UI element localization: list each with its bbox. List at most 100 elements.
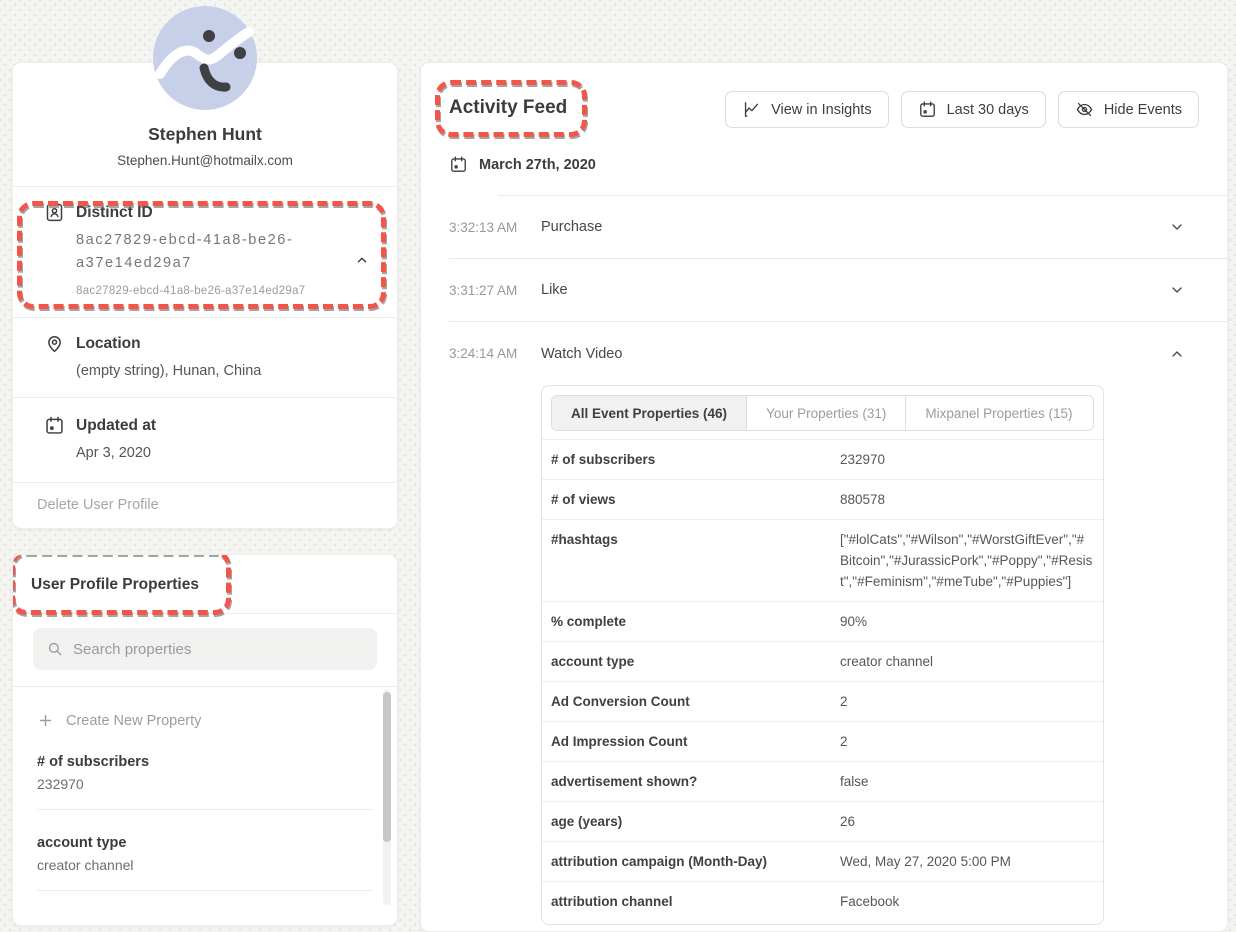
updated-at-label: Updated at bbox=[76, 415, 156, 436]
event-property-value: 880578 bbox=[840, 480, 1103, 520]
event-property-value: false bbox=[840, 762, 1103, 802]
event-property-row: % complete 90% bbox=[542, 602, 1103, 642]
event-property-value: creator channel bbox=[840, 642, 1103, 682]
event-property-key: Ad Impression Count bbox=[542, 722, 840, 762]
event-property-value: Wed, May 27, 2020 5:00 PM bbox=[840, 842, 1103, 882]
event-property-row: attribution channel Facebook bbox=[542, 882, 1103, 922]
left-column: Stephen Hunt Stephen.Hunt@hotmailx.com D… bbox=[12, 62, 398, 926]
feed-date-label: March 27th, 2020 bbox=[479, 157, 596, 173]
distinct-id-label: Distinct ID bbox=[76, 202, 153, 223]
chevron-down-icon bbox=[1169, 219, 1185, 235]
feed-date-header: March 27th, 2020 bbox=[449, 155, 1199, 174]
location-value: (empty string), Hunan, China bbox=[76, 360, 377, 382]
tab-label: Your Properties (31) bbox=[766, 406, 886, 421]
event-name: Like bbox=[541, 282, 1169, 298]
event-time: 3:32:13 AM bbox=[449, 220, 541, 235]
event-property-row: attribution campaign (Month-Day) Wed, Ma… bbox=[542, 842, 1103, 882]
event-property-row: age (years) 26 bbox=[542, 802, 1103, 842]
event-property-value: 26 bbox=[840, 802, 1103, 842]
event-property-value: 232970 bbox=[840, 440, 1103, 480]
event-property-key: Ad Conversion Count bbox=[542, 682, 840, 722]
event-property-row: # of views 880578 bbox=[542, 480, 1103, 520]
property-list-item[interactable]: # of subscribers 232970 bbox=[37, 729, 373, 810]
view-in-insights-button[interactable]: View in Insights bbox=[725, 91, 888, 128]
delete-user-profile-button[interactable]: Delete User Profile bbox=[13, 483, 397, 528]
chevron-up-icon bbox=[1169, 346, 1185, 362]
profile-email: Stephen.Hunt@hotmailx.com bbox=[33, 152, 377, 169]
event-properties-table: # of subscribers 232970 # of views 88057… bbox=[542, 439, 1103, 921]
chevron-down-icon bbox=[1169, 282, 1185, 298]
scrollbar-thumb[interactable] bbox=[383, 692, 391, 842]
event-time: 3:31:27 AM bbox=[449, 283, 541, 298]
date-range-label: Last 30 days bbox=[947, 102, 1029, 118]
distinct-id-secondary: 8ac27829-ebcd-41a8-be26-a37e14ed29a7 bbox=[76, 285, 377, 297]
avatar bbox=[153, 6, 257, 110]
location-section: Location (empty string), Hunan, China bbox=[13, 318, 397, 397]
scrollbar-track bbox=[383, 689, 391, 905]
event-property-key: % complete bbox=[542, 602, 840, 642]
event-row-like[interactable]: 3:31:27 AM Like bbox=[449, 259, 1227, 322]
tab-label: Mixpanel Properties (15) bbox=[925, 406, 1072, 421]
map-pin-icon bbox=[44, 333, 65, 354]
event-property-row: # of subscribers 232970 bbox=[542, 440, 1103, 480]
calendar-icon bbox=[449, 155, 468, 174]
user-profile-properties-title: User Profile Properties bbox=[31, 576, 379, 594]
event-property-value: ["#lolCats","#Wilson","#WorstGiftEver","… bbox=[840, 520, 1103, 602]
event-property-key: advertisement shown? bbox=[542, 762, 840, 802]
location-label: Location bbox=[76, 333, 141, 354]
calendar-icon bbox=[44, 415, 65, 436]
event-property-key: account type bbox=[542, 642, 840, 682]
date-range-button[interactable]: Last 30 days bbox=[901, 91, 1046, 128]
event-row-purchase[interactable]: 3:32:13 AM Purchase bbox=[449, 196, 1227, 259]
event-details-panel: All Event Properties (46) Your Propertie… bbox=[541, 385, 1104, 925]
line-chart-icon bbox=[742, 100, 761, 119]
view-in-insights-label: View in Insights bbox=[771, 102, 871, 118]
event-property-row: #hashtags ["#lolCats","#Wilson","#WorstG… bbox=[542, 520, 1103, 602]
property-value: creator channel bbox=[37, 857, 373, 873]
property-items: # of subscribers 232970 account type cre… bbox=[37, 729, 373, 891]
event-property-value: 90% bbox=[840, 602, 1103, 642]
event-property-row: Ad Impression Count 2 bbox=[542, 722, 1103, 762]
hide-events-label: Hide Events bbox=[1104, 102, 1182, 118]
calendar-icon bbox=[918, 100, 937, 119]
event-property-key: # of views bbox=[542, 480, 840, 520]
event-property-row: account type creator channel bbox=[542, 642, 1103, 682]
event-row-watch-video[interactable]: 3:24:14 AM Watch Video bbox=[449, 322, 1227, 385]
event-properties-tab[interactable]: All Event Properties (46) bbox=[552, 396, 747, 430]
event-property-row: advertisement shown? false bbox=[542, 762, 1103, 802]
hide-events-button[interactable]: Hide Events bbox=[1058, 91, 1199, 128]
event-time: 3:24:14 AM bbox=[449, 346, 541, 361]
event-property-value: Facebook bbox=[840, 882, 1103, 922]
event-feed: 3:32:13 AM Purchase 3:31:27 AM Like 3:24… bbox=[449, 195, 1227, 925]
create-new-property-button[interactable]: Create New Property bbox=[37, 687, 373, 729]
updated-at-section: Updated at Apr 3, 2020 bbox=[13, 398, 397, 482]
event-property-key: age (years) bbox=[542, 802, 840, 842]
event-name: Watch Video bbox=[541, 346, 1169, 362]
activity-feed-card: Activity Feed View in Insights Last 30 d… bbox=[420, 62, 1228, 932]
distinct-id-value: 8ac27829-ebcd-41a8-be26-a37e14ed29a7 bbox=[76, 229, 338, 275]
event-name: Purchase bbox=[541, 219, 1169, 235]
search-icon bbox=[46, 640, 64, 658]
event-property-key: # of subscribers bbox=[542, 440, 840, 480]
eye-off-icon bbox=[1075, 100, 1094, 119]
event-property-key: attribution campaign (Month-Day) bbox=[542, 842, 840, 882]
property-name: account type bbox=[37, 835, 373, 851]
user-profile-properties-card: User Profile Properties Create New Prope… bbox=[12, 554, 398, 926]
chevron-up-icon bbox=[355, 253, 369, 267]
tab-label: All Event Properties (46) bbox=[571, 406, 727, 421]
event-properties-tab[interactable]: Mixpanel Properties (15) bbox=[906, 396, 1091, 430]
updated-at-value: Apr 3, 2020 bbox=[76, 442, 377, 464]
event-properties-tab[interactable]: Your Properties (31) bbox=[747, 396, 906, 430]
event-properties-tabs: All Event Properties (46) Your Propertie… bbox=[551, 395, 1094, 431]
event-property-value: 2 bbox=[840, 682, 1103, 722]
property-list-item[interactable]: account type creator channel bbox=[37, 810, 373, 891]
properties-list: Create New Property # of subscribers 232… bbox=[13, 687, 397, 917]
event-property-key: attribution channel bbox=[542, 882, 840, 922]
search-properties-input[interactable] bbox=[33, 628, 377, 670]
distinct-id-section: Distinct ID 8ac27829-ebcd-41a8-be26-a37e… bbox=[13, 187, 397, 317]
property-value: 232970 bbox=[37, 776, 373, 792]
event-property-key: #hashtags bbox=[542, 520, 840, 602]
event-property-row: Ad Conversion Count 2 bbox=[542, 682, 1103, 722]
distinct-id-collapse-button[interactable] bbox=[351, 249, 373, 271]
activity-feed-title: Activity Feed bbox=[449, 96, 567, 120]
